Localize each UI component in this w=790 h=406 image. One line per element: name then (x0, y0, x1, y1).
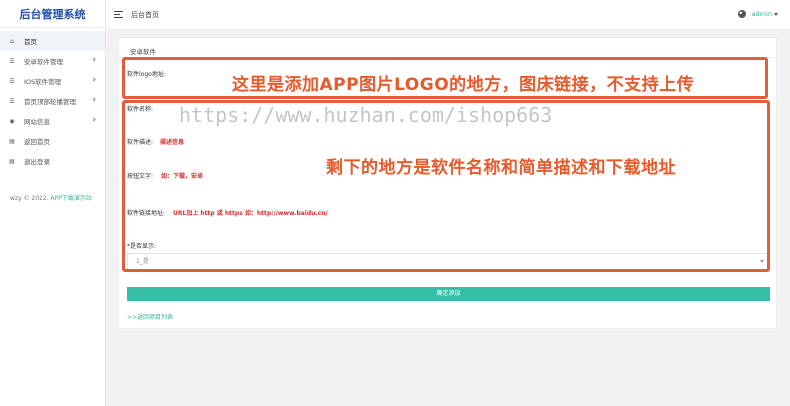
sidebar-item-back-home[interactable]: ▤ 返回首页 (0, 131, 105, 151)
home-icon: ⌂ (10, 37, 14, 45)
back-to-list-link[interactable]: >>返回项目列表 (127, 312, 173, 321)
palette-icon: ◉ (9, 117, 15, 125)
top-header: 后台首页 admin (106, 0, 790, 30)
sidebar-footer: wzy © 2022. APP下载演示站 (10, 193, 92, 202)
sidebar-item-label: 安卓软件管理 (24, 58, 63, 66)
document-icon: ▤ (9, 137, 15, 145)
brand-title: 后台管理系统 (0, 0, 105, 28)
user-menu[interactable]: admin (752, 10, 778, 18)
watermark: https://www.huzhan.com/ishop663 (179, 103, 553, 127)
list-icon: ☰ (9, 77, 15, 85)
sidebar-item-logout[interactable]: ▤ 退出登录 (0, 151, 105, 171)
sidebar-item-carousel[interactable]: ☰ 首页顶部轮播管理 (0, 91, 105, 111)
menu-toggle-icon[interactable] (114, 11, 123, 18)
submit-button[interactable]: 确定添加 (127, 287, 770, 301)
document-icon: ▤ (9, 157, 15, 165)
sidebar-item-android[interactable]: ☰ 安卓软件管理 (0, 51, 105, 71)
sidebar-item-ios[interactable]: ☰ IOS软件管理 (0, 71, 105, 91)
sidebar-item-label: 退出登录 (24, 158, 50, 166)
chevron-right-icon (91, 97, 96, 102)
sidebar: 后台管理系统 ⌂ 首页 ☰ 安卓软件管理 ☰ IOS软件管理 ☰ 首页顶部轮播管… (0, 0, 106, 406)
chevron-right-icon (91, 117, 96, 122)
username: admin (751, 10, 772, 18)
page-title: 后台首页 (131, 11, 159, 19)
theme-icon[interactable] (738, 10, 746, 18)
sidebar-item-label: IOS软件管理 (24, 78, 62, 86)
caret-down-icon (774, 12, 778, 16)
card-title: 安卓软件 (130, 48, 156, 56)
sidebar-nav: ⌂ 首页 ☰ 安卓软件管理 ☰ IOS软件管理 ☰ 首页顶部轮播管理 ◉ 网站信… (0, 31, 105, 171)
annotation-text-logo: 这里是添加APP图片LOGO的地方，图床链接，不支持上传 (232, 75, 695, 95)
list-icon: ☰ (9, 57, 15, 65)
footer-link[interactable]: APP下载演示站 (51, 195, 92, 202)
sidebar-item-label: 返回首页 (24, 138, 50, 146)
list-icon: ☰ (9, 97, 15, 105)
chevron-right-icon (91, 57, 96, 62)
sidebar-item-label: 首页 (24, 38, 37, 46)
sidebar-item-label: 首页顶部轮播管理 (24, 98, 76, 106)
footer-copyright: wzy © 2022. (10, 195, 49, 202)
sidebar-item-label: 网站信息 (24, 118, 50, 126)
chevron-right-icon (91, 77, 96, 82)
annotation-text-fields: 剩下的地方是软件名称和简单描述和下载地址 (326, 158, 676, 178)
sidebar-item-site-info[interactable]: ◉ 网站信息 (0, 111, 105, 131)
sidebar-item-home[interactable]: ⌂ 首页 (0, 31, 105, 51)
